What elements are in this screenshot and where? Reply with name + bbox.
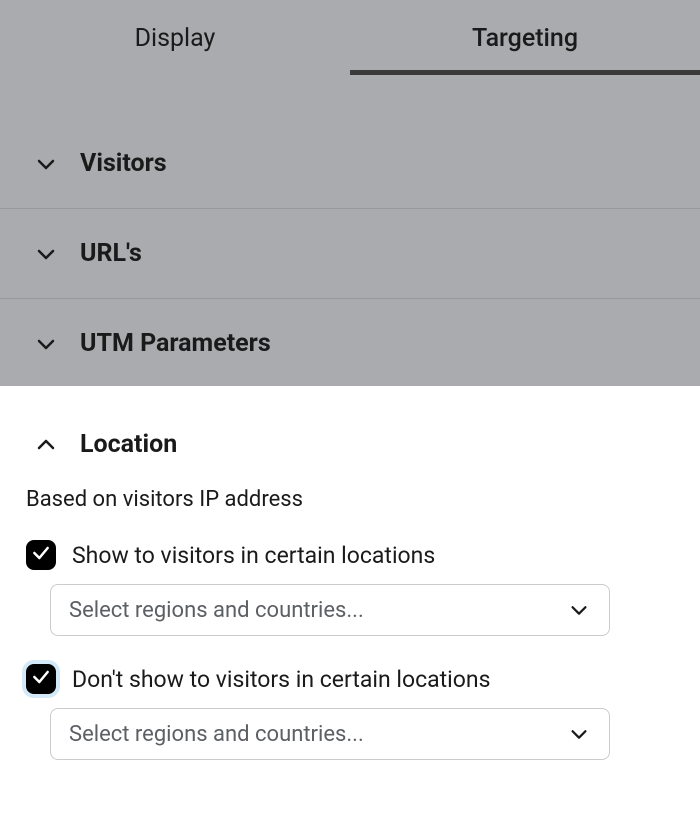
tab-display-label: Display <box>135 24 216 53</box>
tab-display[interactable]: Display <box>0 0 350 75</box>
check-icon <box>31 667 51 691</box>
chevron-up-icon <box>34 433 58 457</box>
section-location-label: Location <box>80 430 177 459</box>
checkbox-show[interactable] <box>26 540 56 570</box>
option-show-label: Show to visitors in certain locations <box>72 542 435 569</box>
collapsed-sections: Visitors URL's UTM Parameters <box>0 75 700 386</box>
tab-targeting[interactable]: Targeting <box>350 0 700 75</box>
option-show-block: Show to visitors in certain locations Se… <box>26 540 674 636</box>
section-location-header[interactable]: Location <box>0 386 700 473</box>
option-dontshow-block: Don't show to visitors in certain locati… <box>26 664 674 760</box>
select-show-placeholder: Select regions and countries... <box>69 598 364 623</box>
section-urls[interactable]: URL's <box>0 209 700 299</box>
chevron-down-icon <box>34 152 58 176</box>
section-utm[interactable]: UTM Parameters <box>0 299 700 386</box>
checkbox-dontshow[interactable] <box>26 664 56 694</box>
select-show-regions[interactable]: Select regions and countries... <box>50 584 610 636</box>
chevron-down-icon <box>34 242 58 266</box>
location-subtext: Based on visitors IP address <box>26 487 674 512</box>
select-dontshow-placeholder: Select regions and countries... <box>69 722 364 747</box>
chevron-down-icon <box>34 332 58 356</box>
check-icon <box>31 543 51 567</box>
section-visitors[interactable]: Visitors <box>0 123 700 209</box>
tab-targeting-label: Targeting <box>472 24 578 53</box>
section-utm-label: UTM Parameters <box>80 329 271 358</box>
section-urls-label: URL's <box>80 239 142 268</box>
section-visitors-label: Visitors <box>80 149 167 178</box>
section-location-panel: Location Based on visitors IP address Sh… <box>0 386 700 760</box>
select-dontshow-regions[interactable]: Select regions and countries... <box>50 708 610 760</box>
tabs-bar: Display Targeting <box>0 0 700 75</box>
chevron-down-icon <box>567 722 591 746</box>
chevron-down-icon <box>567 598 591 622</box>
option-dontshow-label: Don't show to visitors in certain locati… <box>72 666 490 693</box>
